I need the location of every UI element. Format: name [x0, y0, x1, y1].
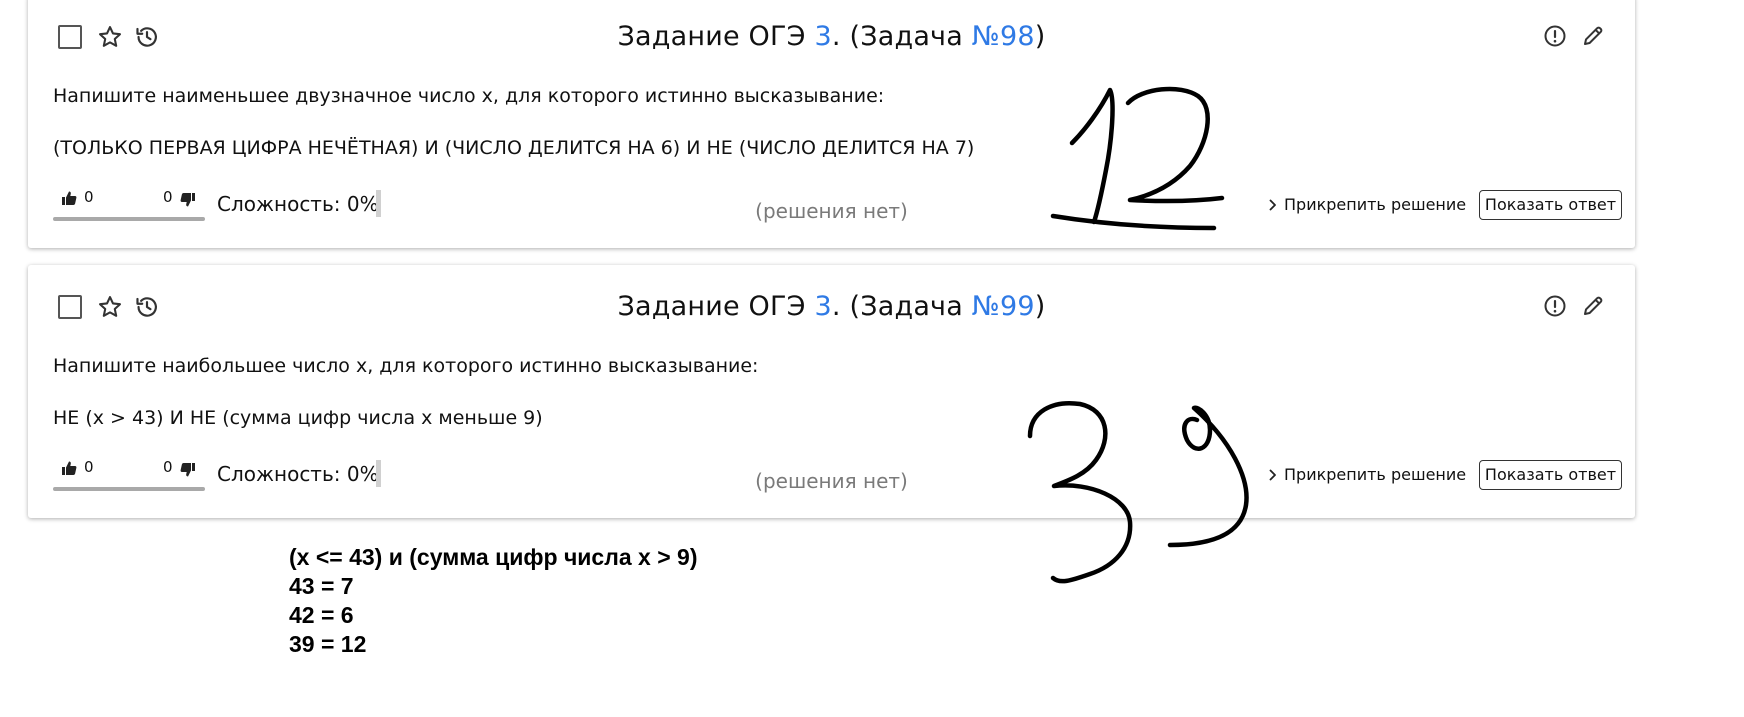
title-suffix: ) — [1034, 21, 1046, 52]
attach-solution-label: Прикрепить решение — [1284, 195, 1467, 214]
note-line: (x <= 43) и (сумма цифр числа x > 9) — [289, 544, 698, 570]
attach-solution-toggle[interactable]: Прикрепить решение — [1268, 465, 1466, 485]
task-condition: НЕ (x > 43) И НЕ (сумма цифр числа x мен… — [53, 407, 543, 429]
task-statement: Напишите наименьшее двузначное число x, … — [53, 85, 885, 107]
task-card-99: Задание ОГЭ 3. (Задача №99) Напишите наи… — [28, 265, 1635, 518]
chevron-right-icon — [1269, 199, 1276, 211]
exclamation-circle-icon[interactable] — [1543, 24, 1567, 48]
pencil-icon[interactable] — [1581, 294, 1605, 318]
show-answer-button[interactable]: Показать ответ — [1479, 460, 1622, 490]
attach-solution-toggle[interactable]: Прикрепить решение — [1268, 195, 1466, 215]
chevron-right-icon — [1269, 469, 1276, 481]
task-title: Задание ОГЭ 3. (Задача №99) — [28, 289, 1635, 325]
title-middle: . (Задача — [831, 291, 972, 322]
note-line: 42 = 6 — [289, 602, 354, 628]
problem-id-link[interactable]: №99 — [972, 291, 1035, 322]
pencil-icon[interactable] — [1581, 24, 1605, 48]
task-statement: Напишите наибольшее число x, для которог… — [53, 355, 759, 377]
exclamation-circle-icon[interactable] — [1543, 294, 1567, 318]
problem-id-link[interactable]: №98 — [972, 21, 1035, 52]
title-middle: . (Задача — [831, 21, 972, 52]
task-number-link[interactable]: 3 — [815, 21, 832, 52]
solution-notes: (x <= 43) и (сумма цифр числа x > 9) 43 … — [289, 543, 697, 659]
task-condition: (ТОЛЬКО ПЕРВАЯ ЦИФРА НЕЧЁТНАЯ) И (ЧИСЛО … — [53, 137, 975, 159]
title-suffix: ) — [1034, 291, 1046, 322]
title-prefix: Задание ОГЭ — [617, 291, 815, 322]
attach-solution-label: Прикрепить решение — [1284, 465, 1467, 484]
task-number-link[interactable]: 3 — [815, 291, 832, 322]
task-card-98: Задание ОГЭ 3. (Задача №98) Напишите наи… — [28, 0, 1635, 248]
task-title: Задание ОГЭ 3. (Задача №98) — [28, 19, 1635, 55]
note-line: 43 = 7 — [289, 573, 354, 599]
show-answer-button[interactable]: Показать ответ — [1479, 190, 1622, 220]
note-line: 39 = 12 — [289, 631, 367, 657]
title-prefix: Задание ОГЭ — [617, 21, 815, 52]
